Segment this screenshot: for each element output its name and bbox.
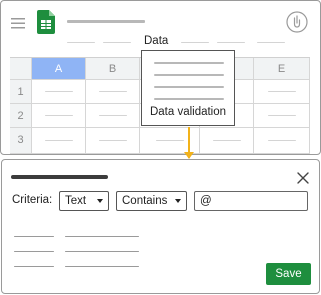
column-header-a[interactable]: A [32,58,86,80]
menu-item-placeholder[interactable] [154,98,224,100]
document-title[interactable] [67,20,145,23]
grid-cell[interactable] [86,80,140,104]
grid-cell[interactable] [32,104,86,128]
menu-item-data[interactable]: Data [144,35,168,47]
flow-arrow-head [184,152,194,159]
sheets-logo-icon [37,10,55,34]
column-header-e[interactable]: E [254,58,310,80]
menu-item-placeholder[interactable] [257,42,285,43]
option-placeholder [14,236,54,237]
criteria-condition-select[interactable]: Contains [116,191,187,211]
chevron-down-icon [175,199,181,203]
row-header-1[interactable]: 1 [10,80,32,104]
criteria-label: Criteria: [12,194,53,206]
account-avatar-icon[interactable] [286,11,308,33]
grid-cell[interactable] [32,80,86,104]
hamburger-menu-icon[interactable] [11,16,25,29]
criteria-value-text: @ [200,195,212,207]
menu-item-placeholder[interactable] [67,42,95,43]
menu-item-placeholder[interactable] [154,74,224,76]
column-header-b[interactable]: B [86,58,140,80]
option-placeholder [65,251,139,252]
grid-cell[interactable] [254,80,310,104]
menu-item-data-validation[interactable]: Data validation [142,106,234,118]
grid-cell[interactable] [254,128,310,154]
menu-item-placeholder[interactable] [217,42,245,43]
grid-cell[interactable] [200,128,254,154]
grid-cell[interactable] [140,128,200,154]
option-placeholder [65,236,139,237]
criteria-condition-value: Contains [122,195,168,207]
chevron-down-icon [97,199,103,203]
grid-cell[interactable] [32,128,86,154]
menu-item-placeholder[interactable] [154,86,224,88]
option-placeholder [65,266,139,267]
menu-item-placeholder[interactable] [181,42,209,43]
panel-title [11,175,108,179]
option-placeholder [14,266,54,267]
save-button[interactable]: Save [266,263,311,285]
row-header-2[interactable]: 2 [10,104,32,128]
option-placeholder [14,251,54,252]
close-icon[interactable] [296,171,310,185]
data-menu-dropdown: Data validation [141,50,235,126]
grid-cell[interactable] [86,128,140,154]
grid-cell[interactable] [254,104,310,128]
criteria-type-select[interactable]: Text [59,191,109,211]
grid-corner[interactable] [10,58,32,80]
grid-cell[interactable] [86,104,140,128]
row-header-3[interactable]: 3 [10,128,32,154]
criteria-type-value: Text [65,195,87,207]
menu-item-placeholder[interactable] [103,42,131,43]
menu-item-placeholder[interactable] [154,62,224,64]
criteria-value-input[interactable]: @ [194,191,308,211]
